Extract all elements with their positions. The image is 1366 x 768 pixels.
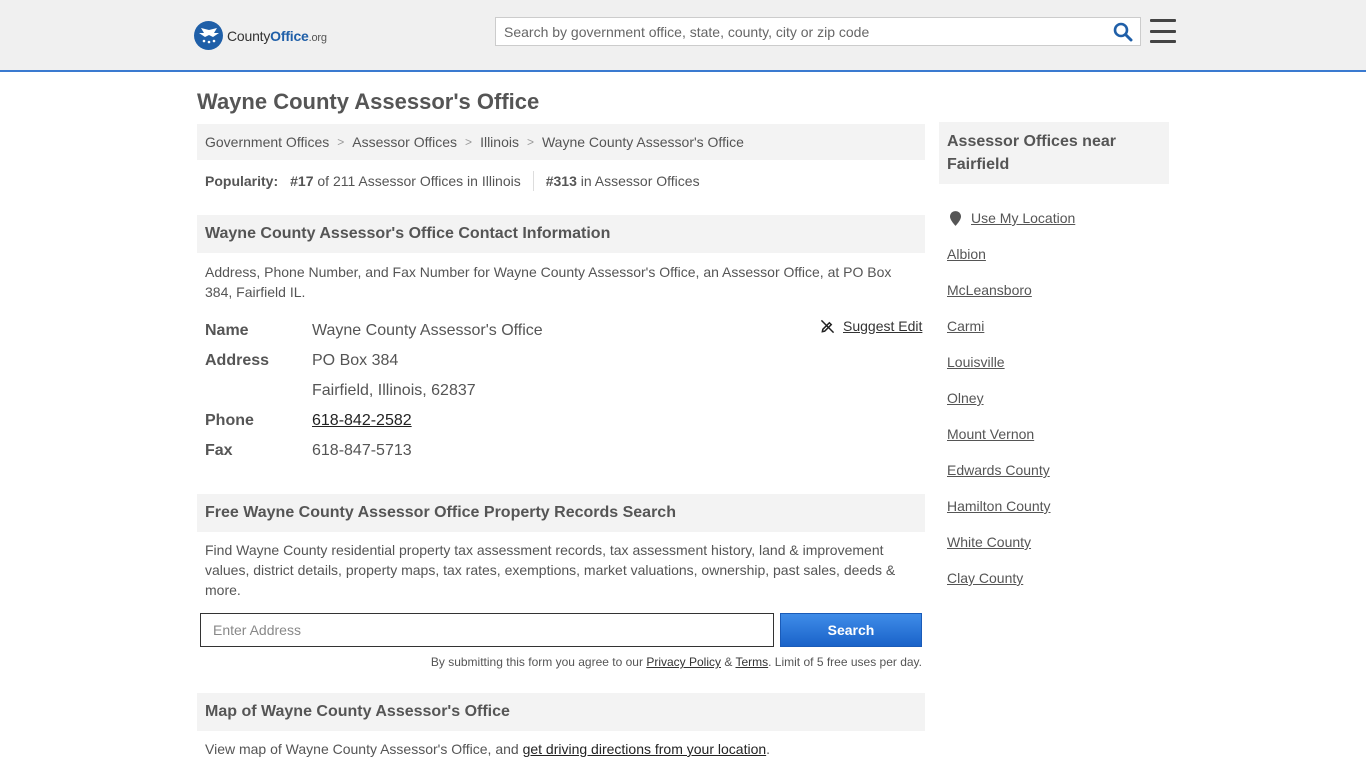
records-section-heading: Free Wayne County Assessor Office Proper… [197, 494, 925, 532]
nearby-link-clay-county[interactable]: Clay County [947, 570, 1023, 586]
nearby-office-item: Olney [947, 380, 1075, 416]
info-row-fax: Fax 618-847-5713 [205, 436, 543, 466]
nearby-office-item: Albion [947, 236, 1075, 272]
address-search-input[interactable] [200, 613, 774, 647]
driving-directions-link[interactable]: get driving directions from your locatio… [523, 741, 767, 757]
popularity-label: Popularity: [205, 173, 279, 189]
breadcrumb-separator: > [465, 135, 473, 149]
phone-link[interactable]: 618-842-2582 [312, 412, 412, 430]
nearby-link-hamilton-county[interactable]: Hamilton County [947, 498, 1051, 514]
top-header: CountyOffice.org [0, 0, 1366, 72]
nearby-office-item: Louisville [947, 344, 1075, 380]
logo-office-text: Office [270, 27, 309, 44]
breadcrumb-government-offices[interactable]: Government Offices [205, 134, 329, 150]
use-my-location[interactable]: Use My Location [947, 200, 1075, 236]
contact-info-table: Name Wayne County Assessor's Office Addr… [205, 316, 543, 466]
fax-value: 618-847-5713 [312, 442, 412, 459]
info-row-address-2: Fairfield, Illinois, 62837 [205, 376, 543, 406]
nearby-office-item: White County [947, 524, 1075, 560]
site-search-box [495, 17, 1141, 46]
info-row-phone: Phone 618-842-2582 [205, 406, 543, 436]
nearby-office-item: Hamilton County [947, 488, 1075, 524]
address-search-button[interactable]: Search [780, 613, 922, 647]
address-label: Address [205, 352, 270, 369]
nearby-link-mcleansboro[interactable]: McLeansboro [947, 282, 1032, 298]
map-description: View map of Wayne County Assessor's Offi… [205, 739, 905, 759]
logo-eagle-icon [194, 21, 223, 50]
breadcrumb-illinois[interactable]: Illinois [480, 134, 519, 150]
nearby-office-item: Carmi [947, 308, 1075, 344]
breadcrumb-separator: > [337, 135, 345, 149]
nearby-link-albion[interactable]: Albion [947, 246, 986, 262]
contact-section-heading: Wayne County Assessor's Office Contact I… [197, 215, 925, 253]
terms-link[interactable]: Terms [735, 655, 768, 669]
disclaimer-amp: & [721, 655, 736, 669]
map-pin-icon [950, 210, 961, 226]
popularity-divider [532, 171, 534, 191]
page-title: Wayne County Assessor's Office [197, 89, 540, 114]
nearby-link-mount-vernon[interactable]: Mount Vernon [947, 426, 1034, 442]
privacy-policy-link[interactable]: Privacy Policy [646, 655, 721, 669]
nearby-office-item: Clay County [947, 560, 1075, 596]
map-description-post: . [766, 741, 771, 757]
edit-pencil-icon [820, 319, 835, 333]
address-line2: Fairfield, Illinois, 62837 [312, 382, 476, 399]
search-button[interactable] [1106, 18, 1140, 45]
state-rank-text: of 211 Assessor Offices in Illinois [317, 173, 521, 189]
national-rank: #313 [545, 173, 577, 189]
breadcrumb: Government Offices > Assessor Offices > … [197, 124, 925, 160]
suggest-edit-link[interactable]: Suggest Edit [843, 318, 922, 334]
popularity-line: Popularity: #17 of 211 Assessor Offices … [205, 171, 700, 191]
aside-heading: Assessor Offices near Fairfield [939, 122, 1169, 184]
suggest-edit[interactable]: Suggest Edit [820, 318, 922, 334]
contact-description: Address, Phone Number, and Fax Number fo… [205, 264, 892, 300]
name-label: Name [205, 322, 249, 339]
logo-county-text: County [227, 27, 271, 44]
records-description: Find Wayne County residential property t… [205, 542, 896, 598]
breadcrumb-current: Wayne County Assessor's Office [541, 134, 744, 150]
logo-wordmark: CountyOffice.org [227, 28, 327, 44]
nearby-link-edwards-county[interactable]: Edwards County [947, 462, 1050, 478]
national-rank-text: in Assessor Offices [580, 173, 700, 189]
info-row-address: Address PO Box 384 [205, 346, 543, 376]
nearby-office-item: Mount Vernon [947, 416, 1075, 452]
disclaimer-text-post: . Limit of 5 free uses per day. [768, 655, 922, 669]
nearby-office-item: McLeansboro [947, 272, 1075, 308]
site-logo[interactable]: CountyOffice.org [194, 21, 327, 50]
name-value: Wayne County Assessor's Office [312, 322, 543, 339]
use-my-location-link[interactable]: Use My Location [971, 210, 1075, 226]
state-rank: #17 [290, 173, 314, 189]
nearby-offices-list: Use My Location Albion McLeansboro Carmi… [947, 200, 1075, 596]
phone-label: Phone [205, 412, 254, 429]
nearby-link-louisville[interactable]: Louisville [947, 354, 1005, 370]
fax-label: Fax [205, 442, 233, 459]
nearby-link-olney[interactable]: Olney [947, 390, 984, 406]
map-description-pre: View map of Wayne County Assessor's Offi… [205, 741, 523, 757]
disclaimer-text-pre: By submitting this form you agree to our [430, 655, 647, 669]
search-icon [1113, 22, 1133, 41]
info-row-name: Name Wayne County Assessor's Office [205, 316, 543, 346]
nearby-link-white-county[interactable]: White County [947, 534, 1031, 550]
map-section-heading: Map of Wayne County Assessor's Office [197, 693, 925, 731]
breadcrumb-separator: > [526, 135, 534, 149]
address-line1: PO Box 384 [312, 352, 399, 369]
logo-tld-text: .org [308, 31, 327, 44]
site-search-input[interactable] [496, 18, 1106, 45]
nearby-link-carmi[interactable]: Carmi [947, 318, 984, 334]
nearby-office-item: Edwards County [947, 452, 1075, 488]
breadcrumb-assessor-offices[interactable]: Assessor Offices [352, 134, 457, 150]
hamburger-menu-icon[interactable] [1150, 19, 1176, 43]
search-disclaimer: By submitting this form you agree to our… [430, 655, 922, 669]
